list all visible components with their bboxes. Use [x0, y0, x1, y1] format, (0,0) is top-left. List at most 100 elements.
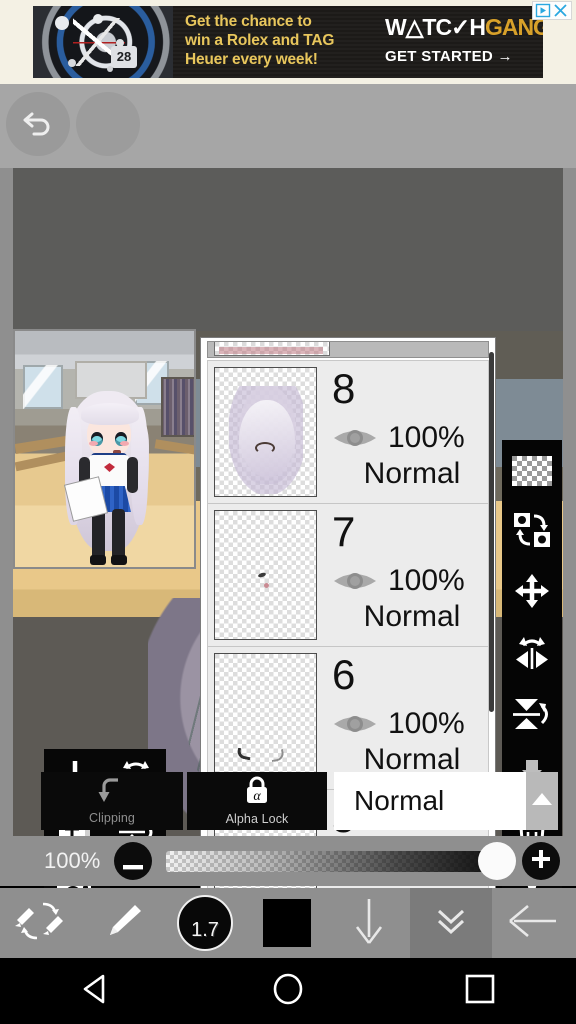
layer-options-row: Clipping α Alpha Lock Normal [0, 772, 576, 834]
eye-visible-icon[interactable] [332, 709, 378, 739]
layer-number: 8 [332, 365, 356, 412]
brush-size-indicator[interactable]: 1.7 [177, 895, 233, 951]
ad-choices-bar[interactable] [532, 1, 572, 20]
layer-thumbnail[interactable] [214, 367, 317, 497]
double-chevron-down-icon [431, 901, 471, 946]
blend-mode-expand-button[interactable] [526, 772, 558, 830]
android-recents-button[interactable] [435, 958, 525, 1024]
ad-headline-line: win a Rolex and TAG [185, 32, 335, 49]
preview-shoe [90, 555, 106, 565]
download-arrow-button[interactable] [328, 888, 410, 958]
opacity-increase-button[interactable] [522, 842, 560, 880]
brush-tool-button[interactable] [82, 888, 164, 958]
layer-art-mark [257, 571, 267, 579]
opacity-decrease-button[interactable] [114, 842, 152, 880]
blend-mode-select[interactable]: Normal [334, 772, 526, 830]
opacity-slider-track[interactable] [166, 850, 506, 872]
eye-visible-icon[interactable] [332, 423, 378, 453]
layer-thumbnail[interactable] [214, 510, 317, 640]
clipping-label: Clipping [89, 810, 135, 825]
layer-thumbnail-partial [214, 342, 330, 356]
alpha-lock-label: Alpha Lock [225, 811, 289, 826]
clipping-button[interactable]: Clipping [41, 772, 183, 830]
layer-swap-icon [512, 511, 552, 554]
layer-blend-mode: Normal [363, 600, 461, 633]
eye-visible-icon[interactable] [332, 566, 378, 596]
brush-size-button[interactable]: 1.7 [164, 888, 246, 958]
rotate-flip-horizontal-button[interactable] [502, 625, 562, 687]
undo-button[interactable] [6, 92, 70, 156]
android-navigation-bar[interactable] [0, 958, 576, 1024]
layer-row[interactable]: 6 100% Normal [208, 647, 488, 790]
layer-row[interactable]: 8 100% Normal [208, 361, 488, 504]
brush-icon [101, 899, 145, 948]
move-arrows-icon [513, 572, 551, 615]
move-layer-button[interactable] [502, 563, 562, 625]
preview-arm [127, 457, 138, 493]
bottom-toolbar[interactable]: 1.7 [0, 888, 576, 958]
ad-headline: Get the chance to win a Rolex and TAG Heue… [185, 12, 375, 69]
ad-headline-line: Heuer every week! [185, 51, 318, 68]
blend-mode-value: Normal [354, 785, 445, 816]
color-swatch-button[interactable] [246, 888, 328, 958]
layer-thumbnail[interactable] [214, 653, 317, 783]
opacity-slider-thumb[interactable] [478, 842, 516, 880]
transparency-background-button[interactable] [502, 440, 562, 502]
ad-banner[interactable]: 28 Get the chance to win a Rolex and TAG H… [0, 0, 576, 84]
back-arrow-button[interactable] [492, 888, 576, 958]
svg-text:α: α [253, 789, 261, 804]
preview-leg [92, 509, 105, 561]
android-back-button[interactable] [51, 958, 141, 1024]
layer-opacity: 100% [388, 421, 465, 454]
android-home-button[interactable] [243, 958, 333, 1024]
adchoices-icon[interactable] [535, 3, 551, 18]
triangle-back-icon [81, 973, 111, 1010]
alpha-lock-icon: α [243, 776, 271, 810]
preview-bangs [81, 403, 139, 425]
opacity-slider-row[interactable]: 100% [0, 836, 576, 886]
opacity-value-label: 100% [44, 848, 101, 873]
preview-blush [89, 441, 98, 446]
layer-blend-mode: Normal [363, 457, 461, 490]
redo-button[interactable] [76, 92, 140, 156]
preview-window [23, 365, 63, 409]
layer-art-hair [229, 386, 303, 494]
circle-home-icon [272, 972, 304, 1011]
color-swatch-icon[interactable] [263, 899, 311, 947]
ad-brand-watch: W△TC✓H [385, 14, 486, 40]
arrow-left-icon [508, 900, 560, 947]
arrow-down-icon [350, 897, 388, 950]
swap-layers-button[interactable] [502, 502, 562, 564]
rotate-flip-vertical-button[interactable] [502, 686, 562, 748]
layer-art-stroke [236, 747, 252, 761]
layer-art-stroke [270, 748, 285, 763]
ad-cta-label[interactable]: GET STARTED → [385, 48, 513, 65]
preview-shoe [111, 555, 127, 565]
character-preview-thumbnail[interactable] [13, 329, 196, 569]
app-top-bar [0, 84, 576, 168]
preview-leg [112, 509, 125, 561]
app-screen: 28 Get the chance to win a Rolex and TAG H… [0, 0, 576, 1024]
brush-eraser-swap-button[interactable] [0, 888, 82, 958]
layer-row[interactable]: 7 100% Normal [208, 504, 488, 647]
brush-eraser-swap-icon [13, 898, 69, 949]
clipping-hook-icon [97, 777, 127, 809]
layer-number: 6 [332, 651, 356, 698]
layers-scrollbar[interactable] [489, 352, 494, 712]
brush-size-value: 1.7 [191, 919, 219, 941]
ad-content[interactable]: 28 Get the chance to win a Rolex and TAG H… [33, 6, 543, 78]
collapse-panel-button[interactable] [410, 888, 492, 958]
layer-number: 7 [332, 508, 356, 555]
layer-art-mark [264, 583, 269, 588]
ad-watch-image: 28 [33, 6, 173, 78]
layer-opacity: 100% [388, 707, 465, 740]
layers-panel-top-partial-row[interactable] [207, 341, 489, 358]
triangle-up-icon [531, 791, 553, 812]
close-icon[interactable] [553, 3, 568, 18]
rotate-flip-horizontal-icon [511, 634, 553, 677]
layer-art-mouth [255, 442, 275, 454]
layer-opacity: 100% [388, 564, 465, 597]
undo-arrow-icon [21, 108, 55, 141]
alpha-lock-button[interactable]: α Alpha Lock [187, 772, 327, 830]
preview-character [65, 389, 151, 565]
